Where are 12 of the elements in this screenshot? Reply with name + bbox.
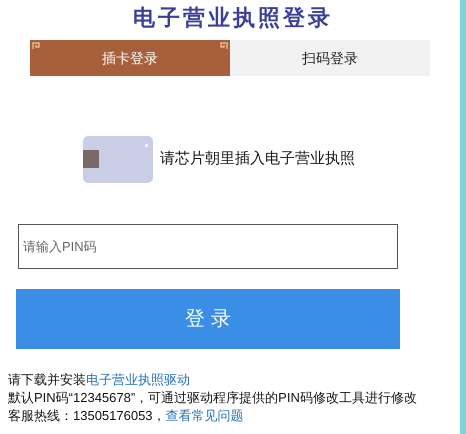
login-tab[interactable]: 扫码登录 [230,40,430,76]
corner-ornament-icon [32,42,40,50]
login-tab[interactable]: 插卡登录 [30,40,230,76]
pin-input-field[interactable]: 请输入PIN码 [19,225,397,268]
footer-link[interactable]: 电子营业执照驱动 [86,372,190,387]
page-title: 电子营业执照登录 [133,4,333,33]
footer-text: 默认PIN码“12345678”，可通过驱动程序提供的PIN码修改工具进行修改 [8,389,418,407]
card-icon [83,136,153,183]
corner-ornament-icon [220,42,228,50]
insert-card-instruction: 请芯片朝里插入电子营业执照 [160,149,355,170]
footer-link[interactable]: 查看常见问题 [166,408,244,423]
login-button[interactable]: 登 录 [16,289,400,349]
